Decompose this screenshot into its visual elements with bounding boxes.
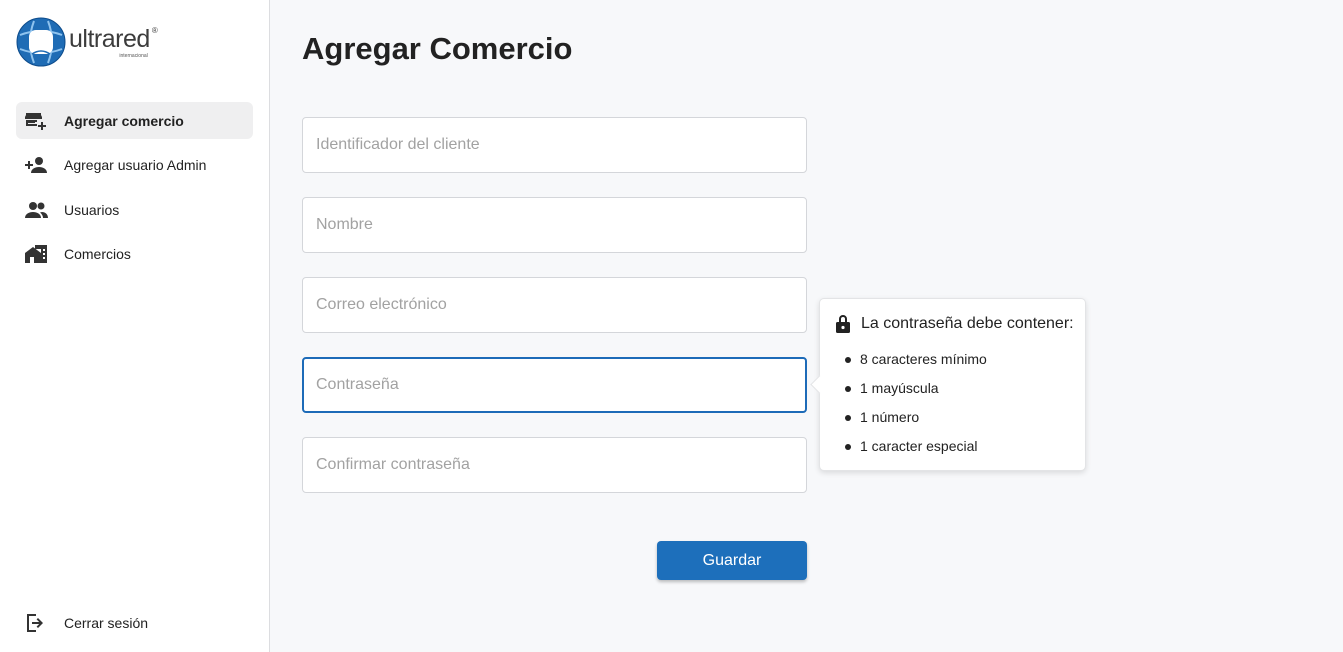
password-rule: 8 caracteres mínimo bbox=[845, 351, 987, 380]
name-input[interactable] bbox=[302, 197, 807, 253]
sidebar-item-usuarios[interactable]: Usuarios bbox=[16, 191, 253, 228]
ultrared-logo: ultrared ® internacional bbox=[16, 17, 166, 69]
client-id-input[interactable] bbox=[302, 117, 807, 173]
password-input[interactable] bbox=[302, 357, 807, 413]
logo-registered-mark: ® bbox=[151, 26, 158, 35]
sidebar-item-label: Comercios bbox=[64, 246, 131, 262]
sidebar-item-agregar-usuario-admin[interactable]: Agregar usuario Admin bbox=[16, 147, 253, 184]
logout-icon bbox=[23, 610, 49, 636]
buildings-icon bbox=[23, 241, 49, 267]
logo-name: ultrared bbox=[69, 25, 150, 53]
tooltip-title: La contraseña debe contener: bbox=[861, 315, 1074, 332]
password-requirements-tooltip: La contraseña debe contener: 8 caractere… bbox=[810, 298, 1086, 471]
logo-subtitle: internacional bbox=[119, 53, 148, 59]
logout-button[interactable]: Cerrar sesión bbox=[16, 604, 253, 641]
store-add-icon bbox=[23, 108, 49, 134]
bullet-icon bbox=[845, 444, 851, 450]
sidebar-item-label: Agregar usuario Admin bbox=[64, 157, 207, 173]
confirm-password-input[interactable] bbox=[302, 437, 807, 493]
tooltip-arrow bbox=[810, 375, 829, 394]
tooltip-header: La contraseña debe contener: bbox=[834, 314, 1074, 334]
sidebar-item-comercios[interactable]: Comercios bbox=[16, 236, 253, 273]
sidebar-nav: Agregar comercio Agregar usuario Admin U… bbox=[16, 102, 253, 280]
bullet-icon bbox=[845, 386, 851, 392]
password-rules-list: 8 caracteres mínimo 1 mayúscula 1 número… bbox=[845, 351, 987, 467]
bullet-icon bbox=[845, 357, 851, 363]
email-input[interactable] bbox=[302, 277, 807, 333]
bullet-icon bbox=[845, 415, 851, 421]
sidebar-item-label: Usuarios bbox=[64, 201, 120, 218]
password-rule-text: 1 caracter especial bbox=[860, 438, 978, 454]
sidebar-item-label: Agregar comercio bbox=[64, 112, 184, 129]
password-rule-text: 1 mayúscula bbox=[860, 380, 939, 396]
password-rule: 1 caracter especial bbox=[845, 438, 987, 467]
sidebar: ultrared ® internacional Agregar comerci… bbox=[0, 0, 270, 652]
globe-logo-icon bbox=[16, 17, 66, 67]
password-rule-text: 8 caracteres mínimo bbox=[860, 351, 987, 367]
save-button[interactable]: Guardar bbox=[657, 541, 807, 580]
logout-label: Cerrar sesión bbox=[64, 614, 149, 631]
password-rule-text: 1 número bbox=[860, 409, 920, 425]
logo-wordmark: ultrared ® internacional bbox=[69, 25, 158, 59]
password-rule: 1 número bbox=[845, 409, 987, 438]
lock-icon bbox=[836, 315, 850, 333]
sidebar-item-agregar-comercio[interactable]: Agregar comercio bbox=[16, 102, 253, 139]
people-icon bbox=[23, 197, 49, 223]
person-add-icon bbox=[23, 152, 49, 178]
password-rule: 1 mayúscula bbox=[845, 380, 987, 409]
page-title: Agregar Comercio bbox=[302, 31, 573, 66]
